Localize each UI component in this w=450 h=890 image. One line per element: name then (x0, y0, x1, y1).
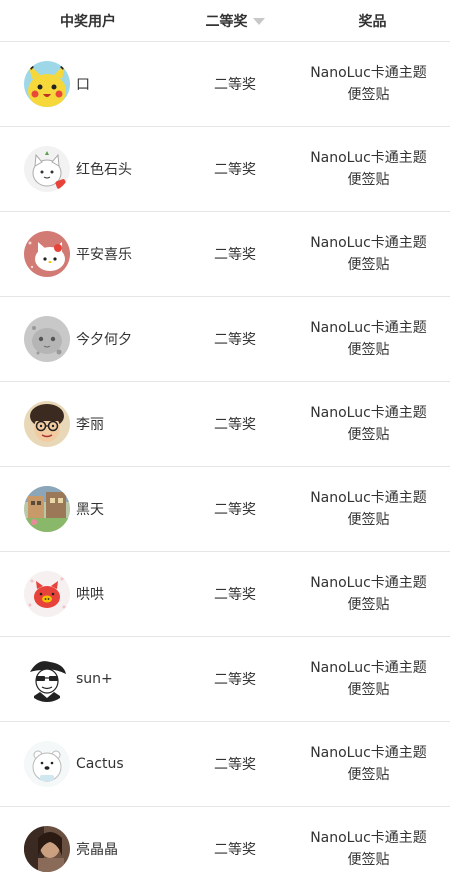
prize-cell: NanoLuc卡通主题 便签贴 (295, 402, 450, 446)
winner-username: 黑天 (76, 502, 104, 518)
table-row: 亮晶晶 二等奖 NanoLuc卡通主题 便签贴 (0, 807, 450, 890)
winner-user-cell: 红色石头 (0, 146, 175, 192)
prize-tier-cell: 二等奖 (214, 77, 256, 93)
prize-tier-cell: 二等奖 (214, 332, 256, 348)
table-row: 平安喜乐 二等奖 NanoLuc卡通主题 便签贴 (0, 212, 450, 297)
prize-name-line1: NanoLuc卡通主题 (310, 575, 427, 591)
street-scene-avatar (24, 486, 70, 532)
header-prize-tier-sort[interactable]: 二等奖 (175, 11, 295, 31)
winner-user-cell: 今夕何夕 (0, 316, 175, 362)
winner-user-cell: 李丽 (0, 401, 175, 447)
winner-username: 李丽 (76, 417, 104, 433)
prize-name-line2: 便签贴 (347, 512, 390, 528)
prize-cell: NanoLuc卡通主题 便签贴 (295, 572, 450, 616)
prize-tier-cell: 二等奖 (214, 587, 256, 603)
sort-down-icon[interactable] (252, 18, 265, 25)
prize-tier-cell: 二等奖 (214, 417, 256, 433)
prize-cell: NanoLuc卡通主题 便签贴 (295, 317, 450, 361)
white-cat-avatar (24, 146, 70, 192)
prize-name-line1: NanoLuc卡通主题 (310, 660, 427, 676)
prize-name-line2: 便签贴 (347, 682, 390, 698)
prize-name-line2: 便签贴 (347, 597, 390, 613)
winner-username: Cactus (76, 756, 124, 772)
prize-cell: NanoLuc卡通主题 便签贴 (295, 827, 450, 871)
header-prize: 奖品 (358, 13, 387, 30)
gray-cat-avatar (24, 316, 70, 362)
winner-username: 平安喜乐 (76, 247, 132, 263)
prize-tier-cell: 二等奖 (214, 502, 256, 518)
sketch-man-avatar (24, 656, 70, 702)
prize-tier-cell: 二等奖 (214, 842, 256, 858)
table-row: Cactus 二等奖 NanoLuc卡通主题 便签贴 (0, 722, 450, 807)
winner-user-cell: 平安喜乐 (0, 231, 175, 277)
prize-name-line1: NanoLuc卡通主题 (310, 320, 427, 336)
header-prize-tier-label: 二等奖 (205, 13, 248, 30)
prize-name-line1: NanoLuc卡通主题 (310, 490, 427, 506)
table-row: 黑天 二等奖 NanoLuc卡通主题 便签贴 (0, 467, 450, 552)
winner-user-cell: Cactus (0, 741, 175, 787)
prize-name-line2: 便签贴 (347, 257, 390, 273)
winner-user-cell: sun+ (0, 656, 175, 702)
prize-cell: NanoLuc卡通主题 便签贴 (295, 147, 450, 191)
table-row: 哄哄 二等奖 NanoLuc卡通主题 便签贴 (0, 552, 450, 637)
header-winner-user: 中奖用户 (60, 13, 116, 30)
pikachu-avatar (24, 61, 70, 107)
polar-bear-avatar (24, 741, 70, 787)
prize-cell: NanoLuc卡通主题 便签贴 (295, 232, 450, 276)
prize-name-line2: 便签贴 (347, 767, 390, 783)
winner-username: 今夕何夕 (76, 332, 132, 348)
prize-tier-cell: 二等奖 (214, 672, 256, 688)
prize-name-line1: NanoLuc卡通主题 (310, 830, 427, 846)
prize-tier-cell: 二等奖 (214, 162, 256, 178)
prize-cell: NanoLuc卡通主题 便签贴 (295, 742, 450, 786)
prize-name-line1: NanoLuc卡通主题 (310, 150, 427, 166)
table-row: 红色石头 二等奖 NanoLuc卡通主题 便签贴 (0, 127, 450, 212)
prize-cell: NanoLuc卡通主题 便签贴 (295, 487, 450, 531)
prize-cell: NanoLuc卡通主题 便签贴 (295, 657, 450, 701)
winner-username: 口 (76, 77, 90, 93)
red-pig-avatar (24, 571, 70, 617)
prize-name-line2: 便签贴 (347, 427, 390, 443)
prize-tier-cell: 二等奖 (214, 757, 256, 773)
glasses-girl-avatar (24, 401, 70, 447)
prize-name-line2: 便签贴 (347, 342, 390, 358)
portrait-avatar (24, 826, 70, 872)
winner-username: 哄哄 (76, 587, 104, 603)
winner-user-cell: 亮晶晶 (0, 826, 175, 872)
prize-tier-cell: 二等奖 (214, 247, 256, 263)
winner-username: 红色石头 (76, 162, 132, 178)
table-row: 李丽 二等奖 NanoLuc卡通主题 便签贴 (0, 382, 450, 467)
hello-kitty-avatar (24, 231, 70, 277)
winners-table: 中奖用户 二等奖 奖品 口 二等奖 NanoLuc卡通主题 便签贴 红色石头 二… (0, 0, 450, 890)
prize-name-line2: 便签贴 (347, 852, 390, 868)
winner-user-cell: 口 (0, 61, 175, 107)
prize-name-line1: NanoLuc卡通主题 (310, 235, 427, 251)
winner-user-cell: 黑天 (0, 486, 175, 532)
prize-name-line2: 便签贴 (347, 87, 390, 103)
winner-user-cell: 哄哄 (0, 571, 175, 617)
winner-username: sun+ (76, 671, 113, 687)
prize-name-line1: NanoLuc卡通主题 (310, 65, 427, 81)
table-row: 今夕何夕 二等奖 NanoLuc卡通主题 便签贴 (0, 297, 450, 382)
table-header: 中奖用户 二等奖 奖品 (0, 0, 450, 42)
prize-name-line2: 便签贴 (347, 172, 390, 188)
prize-cell: NanoLuc卡通主题 便签贴 (295, 62, 450, 106)
prize-name-line1: NanoLuc卡通主题 (310, 745, 427, 761)
winner-username: 亮晶晶 (76, 842, 118, 858)
prize-name-line1: NanoLuc卡通主题 (310, 405, 427, 421)
table-row: 口 二等奖 NanoLuc卡通主题 便签贴 (0, 42, 450, 127)
table-row: sun+ 二等奖 NanoLuc卡通主题 便签贴 (0, 637, 450, 722)
